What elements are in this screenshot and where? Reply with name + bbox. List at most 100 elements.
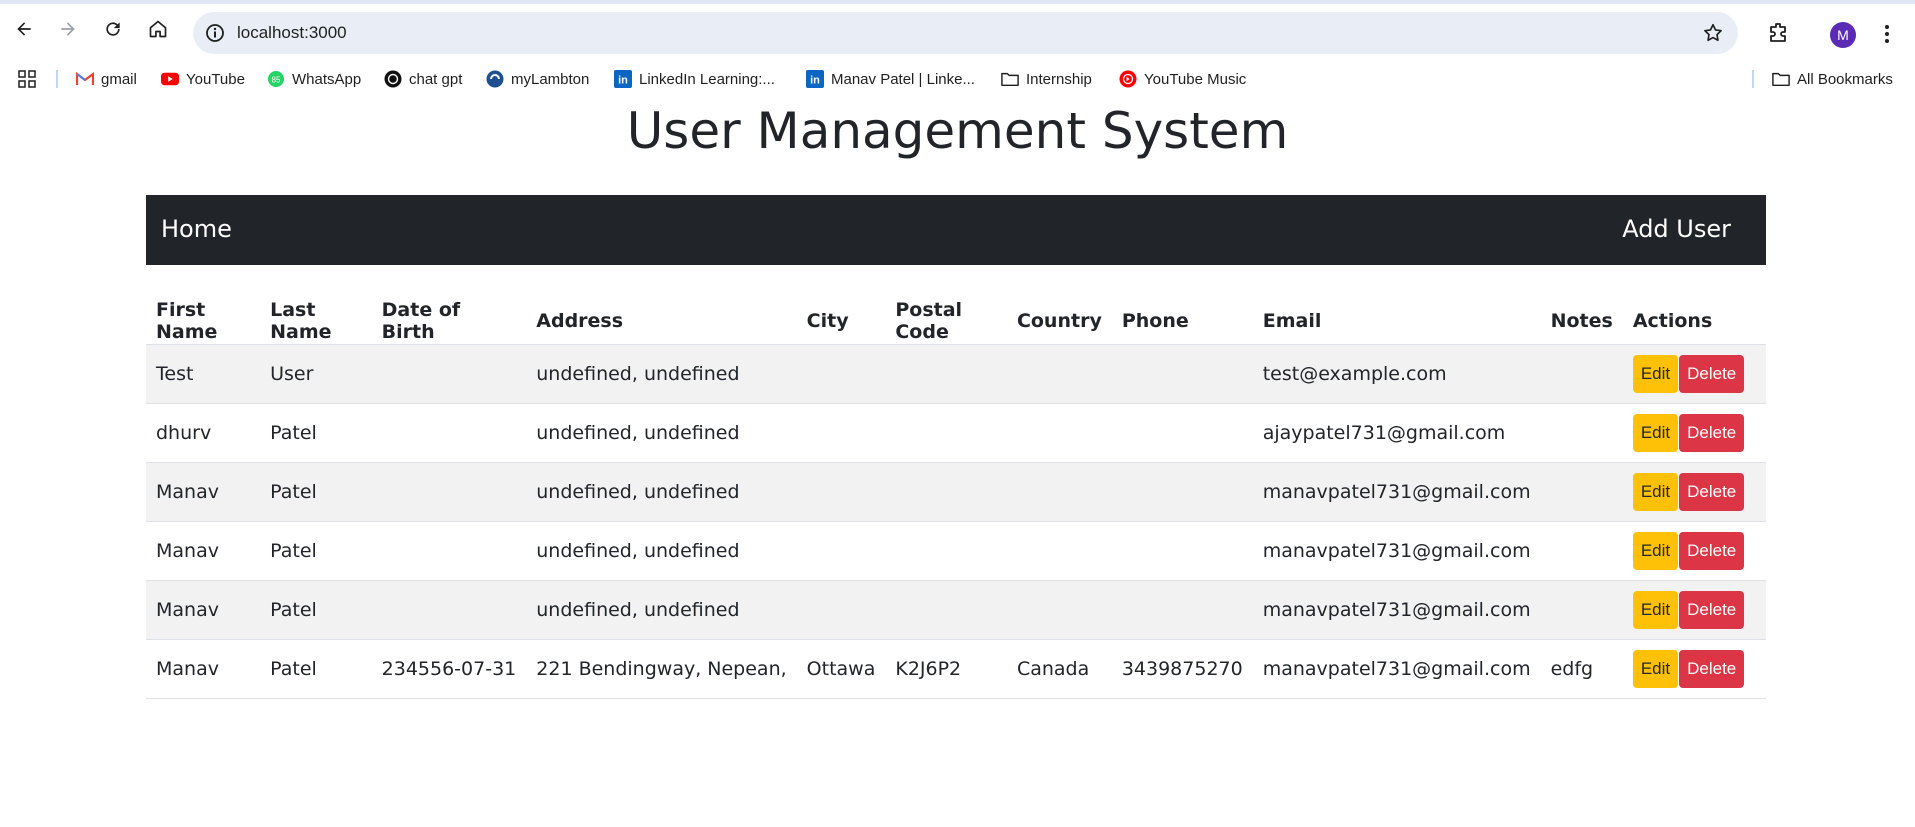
cell-date-of-birth: 234556-07-31 [371,639,527,699]
youtube-music-icon [1119,70,1137,88]
bookmark-label: myLambton [511,70,590,88]
column-header-notes: Notes [1540,298,1623,345]
cell-notes [1540,580,1623,640]
cell-first-name: Manav [146,462,261,522]
bookmark-youtube-music[interactable]: YouTube Music [1119,69,1246,89]
cell-first-name: Manav [146,521,261,581]
cell-last-name: User [260,344,372,404]
cell-country [1006,521,1112,581]
bookmark-linkedin-learning[interactable]: in LinkedIn Learning:... [614,69,775,89]
edit-button[interactable]: Edit [1632,531,1679,570]
folder-icon [1772,70,1790,88]
edit-button[interactable]: Edit [1632,413,1679,452]
whatsapp-icon: 85 [267,70,285,88]
edit-button[interactable]: Edit [1632,354,1679,393]
cell-country: Canada [1006,639,1112,699]
column-header-date-of-birth: Date of Birth [371,298,527,345]
address-bar[interactable]: localhost:3000 [193,12,1738,54]
bookmark-whatsapp[interactable]: 85 WhatsApp [267,69,361,89]
svg-text:85: 85 [272,76,281,85]
cell-email: ajaypatel731@gmail.com [1252,403,1541,463]
bookmark-youtube[interactable]: YouTube [161,69,245,89]
bookmark-mylambton[interactable]: myLambton [486,69,589,89]
table-row: Manav Patel undefined, undefined manavpa… [146,580,1766,640]
home-button[interactable] [146,17,170,41]
extensions-icon[interactable] [1766,21,1790,45]
delete-button[interactable]: Delete [1679,531,1745,570]
forward-button[interactable] [56,17,80,41]
cell-country [1006,580,1112,640]
cell-email: manavpatel731@gmail.com [1252,521,1541,581]
home-icon [149,20,167,38]
delete-button[interactable]: Delete [1679,649,1745,688]
edit-button[interactable]: Edit [1632,472,1679,511]
youtube-icon [161,70,179,88]
cell-first-name: Test [146,344,261,404]
edit-button[interactable]: Edit [1632,590,1679,629]
more-menu-icon[interactable] [1880,23,1894,45]
apps-grid-icon [18,70,36,88]
cell-last-name: Patel [260,639,372,699]
bookmark-label: gmail [101,70,137,88]
cell-first-name: dhurv [146,403,261,463]
nav-add-user-link[interactable]: Add User [1622,215,1731,243]
nav-home-link[interactable]: Home [161,215,232,243]
bookmarks-bar: gmail YouTube 85 WhatsApp chat gpt myLam… [0,62,1915,96]
column-header-city: City [796,298,886,345]
delete-button[interactable]: Delete [1679,472,1745,511]
cell-last-name: Patel [260,462,372,522]
cell-address: 221 Bendingway, Nepean, [526,639,797,699]
cell-address: undefined, undefined [526,462,797,522]
table-row: dhurv Patel undefined, undefined ajaypat… [146,403,1766,463]
site-info-icon[interactable] [205,23,225,43]
cell-address: undefined, undefined [526,521,797,581]
column-header-address: Address [526,298,797,345]
cell-notes: edfg [1540,639,1623,699]
edit-button[interactable]: Edit [1632,649,1679,688]
column-header-phone: Phone [1111,298,1253,345]
bookmark-label: Manav Patel | Linke... [831,70,975,88]
bookmark-linkedin-profile[interactable]: in Manav Patel | Linke... [806,69,975,89]
cell-phone [1111,344,1253,404]
cell-city [796,580,886,640]
all-bookmarks-label: All Bookmarks [1797,70,1893,88]
top-navbar: Home Add User [146,195,1766,265]
profile-avatar[interactable]: M [1830,22,1856,48]
bookmark-star-icon[interactable] [1702,22,1724,44]
cell-notes [1540,462,1623,522]
delete-button[interactable]: Delete [1679,354,1745,393]
column-header-last-name: Last Name [260,298,372,345]
all-bookmarks-button[interactable]: All Bookmarks [1772,69,1893,89]
bookmark-chatgpt[interactable]: chat gpt [384,69,462,89]
cell-phone [1111,403,1253,463]
cell-date-of-birth [371,580,527,640]
bookmarks-separator [56,70,58,88]
cell-postal-code [885,521,1007,581]
back-button[interactable] [12,17,36,41]
cell-last-name: Patel [260,580,372,640]
linkedin-icon: in [806,70,824,88]
cell-address: undefined, undefined [526,580,797,640]
delete-button[interactable]: Delete [1679,413,1745,452]
column-header-country: Country [1006,298,1112,345]
column-header-first-name: First Name [146,298,261,345]
bookmark-gmail[interactable]: gmail [76,69,137,89]
delete-button[interactable]: Delete [1679,590,1745,629]
cell-city [796,462,886,522]
browser-toolbar: localhost:3000 M [0,4,1915,62]
bookmark-label: YouTube [186,70,245,88]
reload-button[interactable] [101,17,125,41]
users-table: First Name Last Name Date of Birth Addre… [146,298,1766,699]
table-row: Manav Patel undefined, undefined manavpa… [146,462,1766,522]
apps-button[interactable] [18,69,43,89]
url-text[interactable]: localhost:3000 [237,23,347,43]
folder-icon [1001,70,1019,88]
cell-city [796,403,886,463]
cell-phone: 3439875270 [1111,639,1253,699]
bookmark-folder-internship[interactable]: Internship [1001,69,1092,89]
cell-phone [1111,521,1253,581]
table-row: Test User undefined, undefined test@exam… [146,344,1766,404]
cell-notes [1540,403,1623,463]
table-header-row: First Name Last Name Date of Birth Addre… [146,298,1766,345]
cell-address: undefined, undefined [526,403,797,463]
